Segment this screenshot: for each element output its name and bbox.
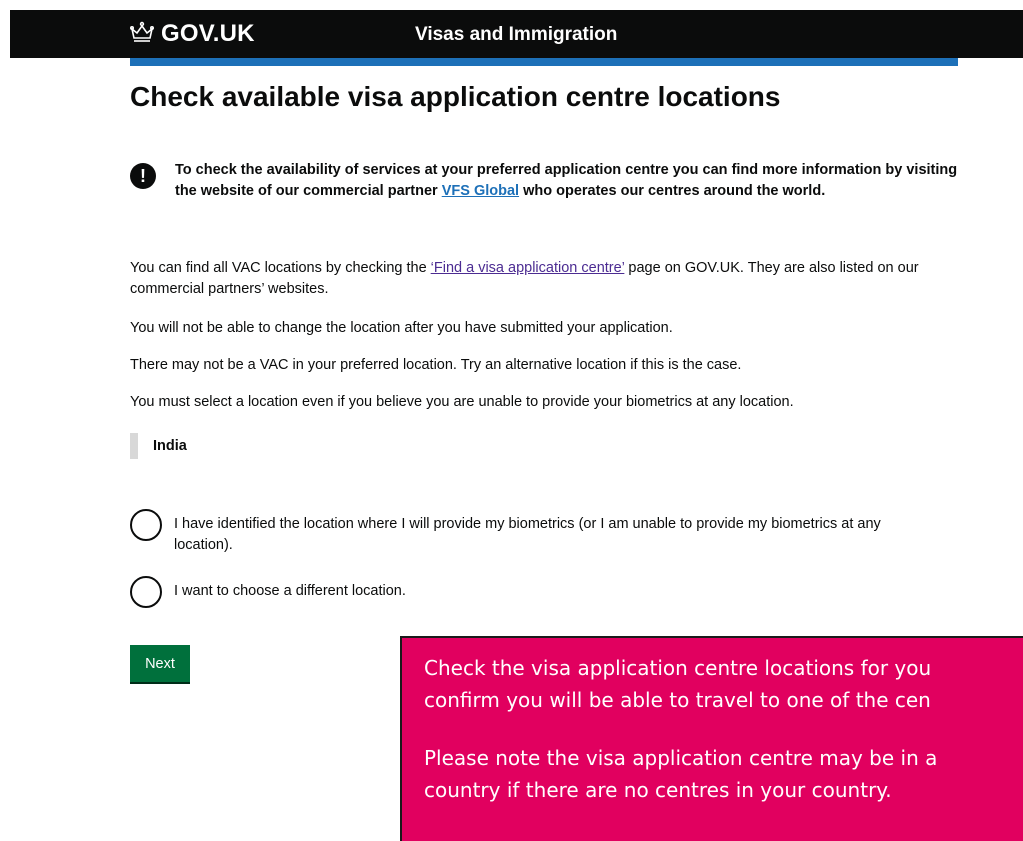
radio-label-different[interactable]: I want to choose a different location.: [174, 576, 930, 602]
site-header: GOV.UK Visas and Immigration: [10, 10, 1023, 58]
next-button[interactable]: Next: [130, 645, 190, 682]
header-accent-bar: [130, 58, 958, 66]
vfs-global-link[interactable]: VFS Global: [442, 183, 519, 199]
warning-notice: ! To check the availability of services …: [130, 160, 960, 202]
find-vac-link[interactable]: ‘Find a visa application centre’: [431, 260, 625, 276]
radio-option-different[interactable]: I want to choose a different location.: [130, 576, 930, 608]
page-title: Check available visa application centre …: [130, 81, 781, 112]
radio-button-identified[interactable]: [130, 509, 162, 541]
warning-text: To check the availability of services at…: [175, 162, 958, 199]
radio-button-different[interactable]: [130, 576, 162, 608]
crown-icon: [129, 21, 154, 42]
govuk-logo-text: GOV.UK: [161, 20, 255, 47]
change-location-paragraph: You will not be able to change the locat…: [130, 320, 673, 336]
must-select-paragraph: You must select a location even if you b…: [130, 394, 794, 410]
callout-paragraph-2: Please note the visa application centre …: [424, 746, 938, 802]
top-strip: [0, 0, 1023, 10]
radio-option-identified[interactable]: I have identified the location where I w…: [130, 509, 930, 556]
alternative-location-paragraph: There may not be a VAC in your preferred…: [130, 357, 742, 373]
selected-country: India: [130, 433, 187, 459]
callout-paragraph-1: Check the visa application centre locati…: [424, 656, 932, 712]
govuk-home-link[interactable]: GOV.UK: [129, 20, 255, 48]
service-name[interactable]: Visas and Immigration: [415, 24, 617, 46]
radio-label-identified[interactable]: I have identified the location where I w…: [174, 509, 930, 556]
exclamation-icon: !: [130, 163, 156, 189]
annotation-callout: Check the visa application centre locati…: [400, 636, 1023, 841]
intro-paragraph: You can find all VAC locations by checki…: [130, 260, 919, 297]
